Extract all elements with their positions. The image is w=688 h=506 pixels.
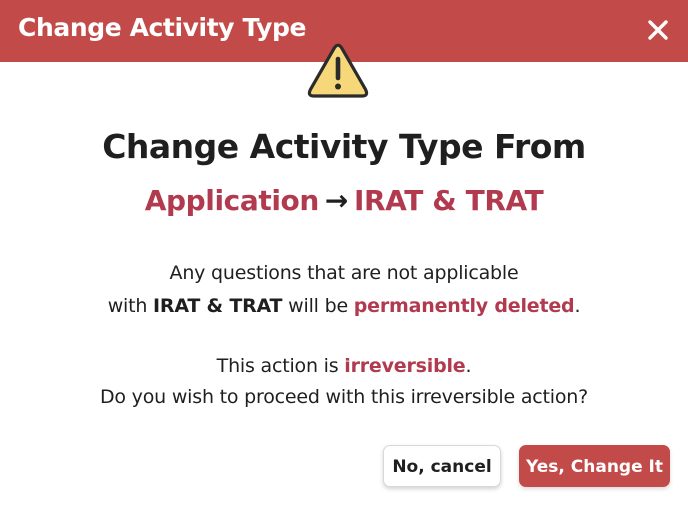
- warning-triangle-icon: [307, 43, 369, 99]
- dialog-heading: Change Activity Type From: [102, 127, 586, 166]
- message-line-3: This action is irreversible.: [0, 350, 688, 382]
- confirm-change-button[interactable]: Yes, Change It: [519, 445, 670, 487]
- message-line-3-suffix: .: [465, 355, 472, 377]
- message-line-2-suffix: .: [574, 295, 581, 317]
- close-icon: [648, 20, 668, 40]
- message-line-2: with IRAT & TRAT will be permanently del…: [0, 290, 688, 322]
- activity-type-change: Application → IRAT & TRAT: [0, 181, 688, 221]
- from-type-label: Application: [144, 184, 320, 217]
- modal-title: Change Activity Type: [18, 13, 307, 42]
- message-permanently-deleted: permanently deleted: [353, 295, 575, 317]
- to-type-label: IRAT & TRAT: [353, 184, 544, 217]
- arrow-right-icon: →: [324, 184, 348, 217]
- message-line-2-middle: will be: [282, 295, 354, 317]
- message-line-4: Do you wish to proceed with this irrever…: [99, 386, 589, 408]
- message-irreversible: irreversible: [344, 355, 466, 377]
- close-button[interactable]: [644, 16, 672, 44]
- message-line-3-prefix: This action is: [216, 355, 345, 377]
- cancel-button[interactable]: No, cancel: [383, 445, 501, 487]
- message-type-name: IRAT & TRAT: [153, 295, 283, 317]
- message-line-1: Any questions that are not applicable: [169, 262, 519, 284]
- change-activity-type-modal: Change Activity Type Change Activity Typ…: [0, 0, 688, 506]
- message-line-2-prefix: with: [107, 295, 154, 317]
